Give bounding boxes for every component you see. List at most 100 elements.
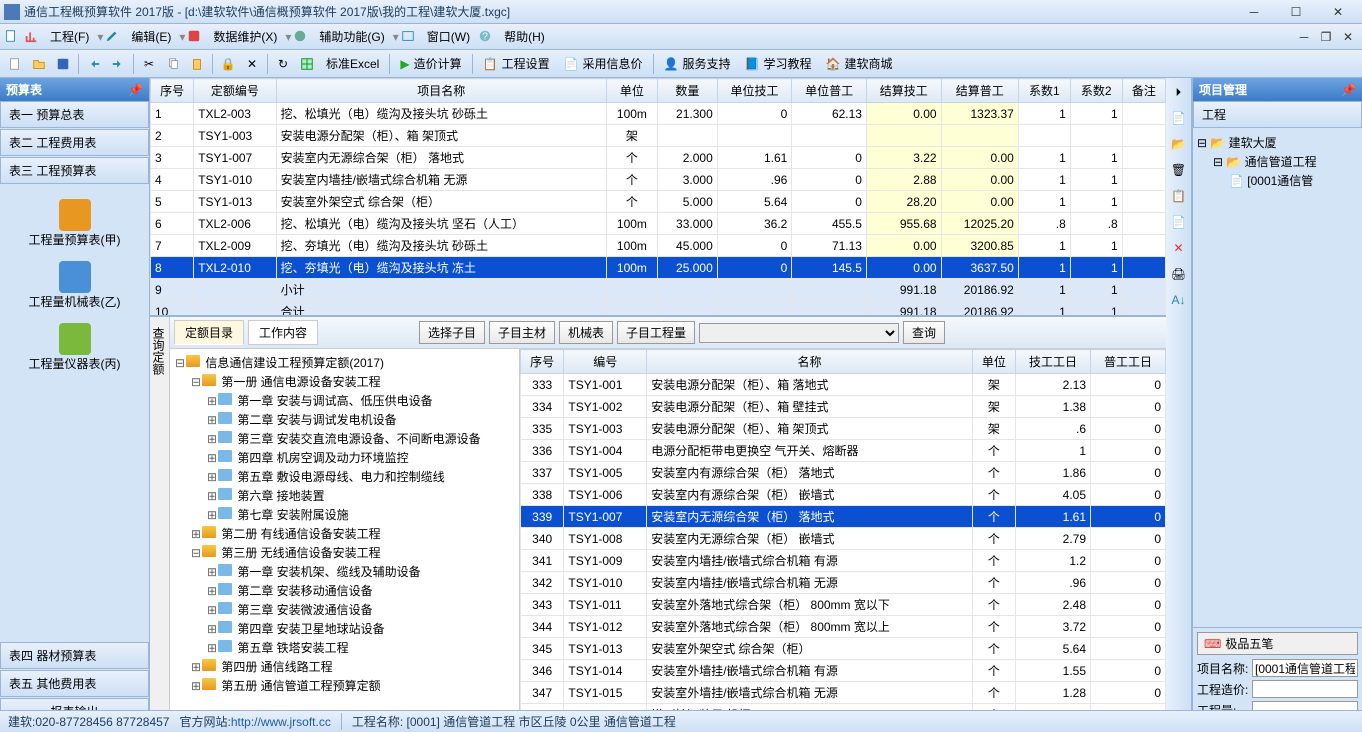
nav-item[interactable]: 表五 其他费用表 (0, 670, 149, 697)
rt-new[interactable]: 📄 (1169, 108, 1189, 128)
nav-icon-item[interactable]: 工程量仪器表(丙) (25, 319, 125, 376)
mdi-close[interactable]: ✕ (1338, 27, 1358, 47)
col-header[interactable]: 序号 (521, 350, 564, 374)
tb-lock[interactable]: 🔒 (217, 53, 239, 75)
tree-chapter[interactable]: ⊞ 第六章 接地装置 (174, 486, 515, 505)
tb-redo[interactable] (107, 53, 129, 75)
rt-print[interactable]: 🖨 (1169, 264, 1189, 284)
table-row[interactable]: 340TSY1-008安装室内无源综合架（柜） 嵌墙式个2.790 (521, 528, 1166, 550)
menu-data[interactable]: 数据维护(X) (207, 26, 283, 47)
table-row[interactable]: 344TSY1-012安装室外落地式综合架（柜） 800mm 宽以上个3.720 (521, 616, 1166, 638)
tb-copy[interactable] (162, 53, 184, 75)
close-button[interactable]: ✕ (1318, 2, 1358, 22)
site-link[interactable]: http://www.jrsoft.cc (231, 715, 331, 729)
detail-grid[interactable]: 序号编号名称单位技工工日普工工日333TSY1-001安装电源分配架（柜）、箱 … (520, 349, 1166, 726)
window-icon[interactable] (401, 29, 417, 45)
tab-work[interactable]: 工作内容 (248, 320, 318, 345)
mdi-minimize[interactable]: ─ (1294, 27, 1314, 47)
table-row[interactable]: 342TSY1-010安装室内墙挂/嵌墙式综合机箱 无源个.960 (521, 572, 1166, 594)
maximize-button[interactable]: ☐ (1276, 2, 1316, 22)
table-row[interactable]: 346TSY1-014安装室外墙挂/嵌墙式综合机箱 有源个1.550 (521, 660, 1166, 682)
menu-window[interactable]: 窗口(W) (421, 26, 476, 47)
tree-chapter[interactable]: ⊞ 第七章 安装附属设施 (174, 505, 515, 524)
tb-tutorial[interactable]: 📘学习教程 (739, 53, 818, 74)
table-row[interactable]: 9小计991.1820186.9211 (151, 279, 1166, 301)
tb-support[interactable]: 👤服务支持 (658, 53, 737, 74)
pin-icon[interactable]: 📌 (1341, 83, 1356, 97)
vert-tab[interactable]: 查询定额 (150, 317, 170, 726)
table-row[interactable]: 337TSY1-005安装室内有源综合架（柜） 落地式个1.860 (521, 462, 1166, 484)
table-row[interactable]: 347TSY1-015安装室外墙挂/嵌墙式综合机箱 无源个1.280 (521, 682, 1166, 704)
nav-item[interactable]: 表一 预算总表 (0, 101, 149, 128)
tree-volume[interactable]: ⊞ 第二册 有线通信设备安装工程 (174, 524, 515, 543)
data-icon[interactable] (187, 29, 203, 45)
tree-pane[interactable]: ⊟ 信息通信建设工程预算定额(2017)⊟ 第一册 通信电源设备安装工程⊞ 第一… (170, 349, 520, 726)
tb-excel[interactable]: 标准Excel (320, 53, 385, 74)
table-row[interactable]: 341TSY1-009安装室内墙挂/嵌墙式综合机箱 有源个1.20 (521, 550, 1166, 572)
table-row[interactable]: 2TSY1-003安装电源分配架（柜）、箱 架顶式架 (151, 125, 1166, 147)
col-header[interactable]: 序号 (151, 79, 194, 103)
rt-sort[interactable]: A↓ (1169, 290, 1189, 310)
rt-close[interactable]: ✕ (1169, 238, 1189, 258)
proj-root[interactable]: 工程 (1193, 101, 1362, 128)
table-row[interactable]: 335TSY1-003安装电源分配架（柜）、箱 架顶式架.60 (521, 418, 1166, 440)
tb-open[interactable] (28, 53, 50, 75)
table-row[interactable]: 334TSY1-002安装电源分配架（柜）、箱 壁挂式架1.380 (521, 396, 1166, 418)
table-row[interactable]: 345TSY1-013安装室外架空式 综合架（柜）个5.640 (521, 638, 1166, 660)
col-header[interactable]: 名称 (647, 350, 973, 374)
col-header[interactable]: 单位技工 (717, 79, 792, 103)
nav-icon-item[interactable]: 工程量机械表(乙) (25, 257, 125, 314)
tb-calc[interactable]: ▶造价计算 (394, 53, 467, 74)
tree-chapter[interactable]: ⊞ 第四章 安装卫星地球站设备 (174, 619, 515, 638)
tab-catalog[interactable]: 定额目录 (174, 320, 244, 345)
col-header[interactable]: 编号 (564, 350, 647, 374)
top-grid[interactable]: 序号定额编号项目名称单位数量单位技工单位普工结算技工结算普工系数1系数2备注1T… (150, 78, 1166, 317)
tb-settings[interactable]: 📋工程设置 (477, 53, 556, 74)
btn-machine[interactable]: 机械表 (559, 321, 613, 344)
rt-open[interactable]: 📂 (1169, 134, 1189, 154)
tree-root[interactable]: ⊟ 信息通信建设工程预算定额(2017) (174, 353, 515, 372)
btn-select-item[interactable]: 选择子目 (419, 321, 485, 344)
col-header[interactable]: 定额编号 (194, 79, 276, 103)
edit-icon[interactable] (105, 29, 121, 45)
pin-icon[interactable]: 📌 (128, 83, 143, 97)
menu-aux[interactable]: 辅助功能(G) (313, 26, 390, 47)
col-header[interactable]: 备注 (1122, 79, 1165, 103)
tree-chapter[interactable]: ⊞ 第三章 安装微波通信设备 (174, 600, 515, 619)
tb-grid[interactable] (296, 53, 318, 75)
tb-save[interactable] (52, 53, 74, 75)
tb-undo[interactable] (83, 53, 105, 75)
table-row[interactable]: 343TSY1-011安装室外落地式综合架（柜） 800mm 宽以下个2.480 (521, 594, 1166, 616)
btn-main-material[interactable]: 子目主材 (489, 321, 555, 344)
table-row[interactable]: 10合计991.1820186.9211 (151, 301, 1166, 318)
table-row[interactable]: 333TSY1-001安装电源分配架（柜）、箱 落地式架2.130 (521, 374, 1166, 396)
table-row[interactable]: 1TXL2-003挖、松填光（电）缆沟及接头坑 砂砾土100m21.300062… (151, 103, 1166, 125)
tb-new[interactable] (4, 53, 26, 75)
rt-paste[interactable]: 📄 (1169, 212, 1189, 232)
menu-help[interactable]: 帮助(H) (498, 26, 551, 47)
tree-chapter[interactable]: ⊞ 第三章 安装交直流电源设备、不间断电源设备 (174, 429, 515, 448)
minimize-button[interactable]: ─ (1234, 2, 1274, 22)
table-row[interactable]: 7TXL2-009挖、夯填光（电）缆沟及接头坑 砂砾土100m45.000071… (151, 235, 1166, 257)
nav-item[interactable]: 表三 工程预算表 (0, 157, 149, 184)
aux-icon[interactable] (293, 29, 309, 45)
tree-chapter[interactable]: ⊞ 第二章 安装与调试发电机设备 (174, 410, 515, 429)
menu-edit[interactable]: 编辑(E) (125, 26, 177, 47)
tb-paste[interactable] (186, 53, 208, 75)
col-header[interactable]: 单位 (606, 79, 657, 103)
tree-volume[interactable]: ⊟ 第一册 通信电源设备安装工程 (174, 372, 515, 391)
col-header[interactable]: 技工工日 (1016, 350, 1091, 374)
table-row[interactable]: 5TSY1-013安装室外架空式 综合架（柜）个5.0005.64028.200… (151, 191, 1166, 213)
proj-price-input[interactable] (1252, 680, 1358, 698)
rt-copy[interactable]: 📋 (1169, 186, 1189, 206)
chart-icon[interactable] (24, 29, 40, 45)
search-select[interactable] (699, 323, 899, 343)
col-header[interactable]: 结算技工 (866, 79, 941, 103)
col-header[interactable]: 普工工日 (1091, 350, 1166, 374)
tree-chapter[interactable]: ⊞ 第一章 安装与调试高、低压供电设备 (174, 391, 515, 410)
new-icon[interactable] (4, 29, 20, 45)
tree-volume[interactable]: ⊟ 第三册 无线通信设备安装工程 (174, 543, 515, 562)
tb-mall[interactable]: 🏠建软商城 (819, 53, 898, 74)
col-header[interactable]: 系数2 (1070, 79, 1122, 103)
tree-volume[interactable]: ⊞ 第五册 通信管道工程预算定额 (174, 676, 515, 695)
